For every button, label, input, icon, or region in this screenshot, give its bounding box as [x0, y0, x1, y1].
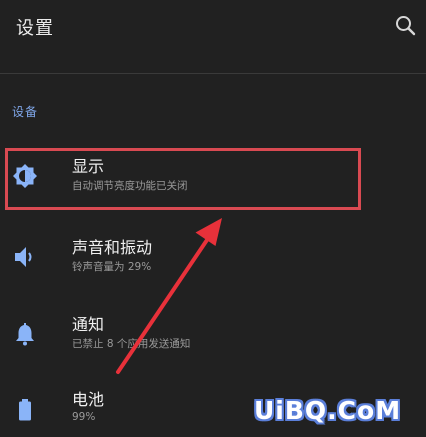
- watermark: UiBQ.CoM: [254, 396, 402, 425]
- item-subtitle: 99%: [72, 411, 96, 423]
- item-title: 电池: [72, 390, 105, 409]
- app-bar: 设置: [0, 0, 426, 56]
- volume-icon: [12, 244, 38, 270]
- page-title: 设置: [16, 18, 54, 39]
- search-button[interactable]: [392, 12, 420, 40]
- item-subtitle: 已禁止 8 个应用发送通知: [72, 338, 191, 350]
- item-subtitle: 自动调节亮度功能已关闭: [72, 180, 188, 192]
- settings-item-notifications[interactable]: 通知 已禁止 8 个应用发送通知: [0, 311, 426, 371]
- search-icon: [396, 16, 416, 36]
- item-title: 显示: [72, 157, 105, 176]
- divider: [0, 73, 426, 74]
- item-title: 声音和振动: [72, 238, 153, 257]
- battery-icon: [12, 396, 38, 422]
- section-header-device: 设备: [12, 105, 39, 119]
- settings-item-sound[interactable]: 声音和振动 铃声音量为 29%: [0, 234, 426, 294]
- settings-item-display[interactable]: 显示 自动调节亮度功能已关闭: [0, 153, 426, 213]
- arrow-annotation: [116, 218, 222, 374]
- bell-icon: [12, 321, 38, 347]
- item-title: 通知: [72, 315, 105, 334]
- brightness-icon: [12, 163, 38, 189]
- settings-screen: 设置 设备 显示 自动调节亮度功能已关闭 声音和振动 铃声音量为 29% 通知 …: [0, 0, 426, 437]
- item-subtitle: 铃声音量为 29%: [72, 261, 152, 273]
